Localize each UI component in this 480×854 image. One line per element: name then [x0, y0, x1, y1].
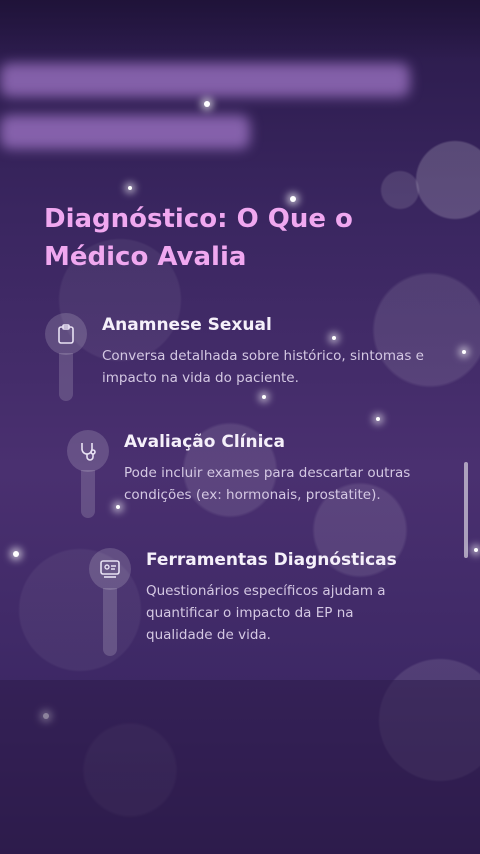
icon-marker — [89, 548, 135, 656]
scrollbar[interactable] — [464, 462, 468, 558]
item-title: Ferramentas Diagnósticas — [146, 550, 397, 570]
blurred-header — [0, 55, 430, 165]
marker-stem — [81, 470, 95, 518]
page-title: Diagnóstico: O Que o Médico Avalia — [44, 204, 353, 272]
item-description: Questionários específicos ajudam a quant… — [146, 583, 386, 643]
item-title: Anamnese Sexual — [102, 315, 272, 335]
sparkle — [204, 101, 210, 107]
item-description: Pode incluir exames para descartar outra… — [124, 465, 411, 503]
icon-marker — [45, 313, 91, 401]
marker-stem — [59, 353, 73, 401]
sparkle — [13, 551, 19, 557]
top-fade — [0, 0, 480, 60]
list-item: Ferramentas Diagnósticas Questionários e… — [89, 548, 429, 663]
marker-stem — [103, 588, 117, 656]
stethoscope-icon — [67, 430, 109, 472]
item-description: Conversa detalhada sobre histórico, sint… — [102, 348, 424, 386]
bottom-shade — [0, 680, 480, 854]
sparkle — [128, 186, 132, 190]
icon-marker — [67, 430, 113, 518]
clipboard-icon — [45, 313, 87, 355]
item-title: Avaliação Clínica — [124, 432, 285, 452]
list-item: Avaliação Clínica Pode incluir exames pa… — [67, 430, 427, 525]
list-item: Anamnese Sexual Conversa detalhada sobre… — [45, 313, 425, 408]
sparkle — [376, 417, 380, 421]
questionnaire-icon — [89, 548, 131, 590]
sparkle — [474, 548, 478, 552]
sparkle — [462, 350, 466, 354]
